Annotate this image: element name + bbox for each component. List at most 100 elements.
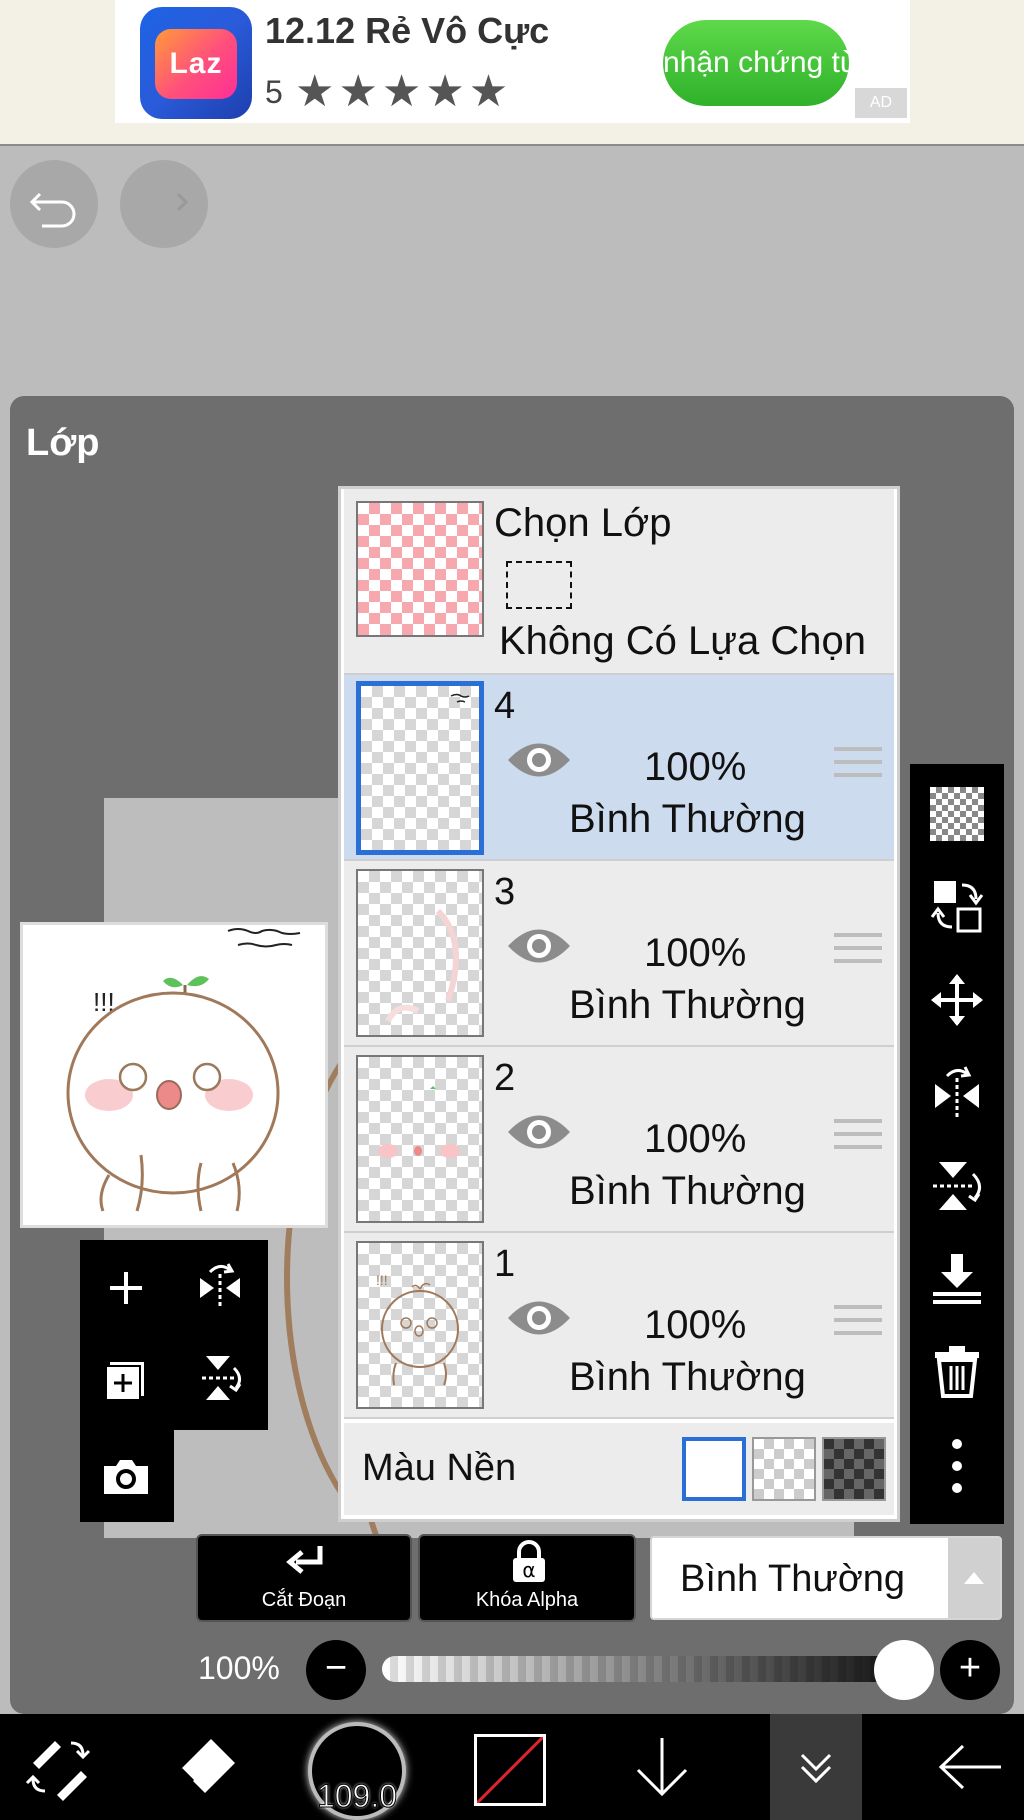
dropdown-arrow-icon[interactable] [948,1538,1000,1618]
flip-horizontal-button-right[interactable] [910,1050,1004,1134]
background-color-label: Màu Nền [362,1447,517,1489]
flip-vertical-button-right[interactable] [910,1144,1004,1228]
flip-horizontal-button[interactable] [180,1248,260,1328]
eye-icon [508,929,570,963]
logo-text: Laz [169,47,223,80]
delete-layer-button[interactable] [910,1328,1004,1412]
selection-layer-row[interactable]: Chọn Lớp Không Có Lựa Chọn [344,489,894,675]
drag-handle-icon[interactable] [834,747,882,786]
opacity-increase-button[interactable]: + [940,1640,1000,1700]
visibility-toggle[interactable] [506,923,572,974]
brush-eraser-swap-icon [25,1741,91,1801]
drag-handle-icon[interactable] [834,1305,882,1344]
preview-drawing: !!! [66,928,301,1212]
add-layer-button[interactable] [86,1248,166,1328]
ad-content[interactable]: Laz 12.12 Rẻ Vô Cực 5 ★★★★★ nhận chứng t… [115,0,910,123]
flip-horizontal-icon [200,1263,240,1308]
layer-thumbnail [356,681,484,855]
drag-handle-icon[interactable] [834,1119,882,1158]
camera-button[interactable] [86,1436,166,1516]
arrow-left-icon [938,1744,1001,1790]
background-transparent-swatch[interactable] [752,1437,816,1501]
layer-opacity: 100% [644,931,747,975]
layer-down-button[interactable] [622,1714,702,1820]
add-copy-layer-button[interactable] [86,1338,166,1418]
blend-mode-dropdown[interactable]: Bình Thường [650,1536,1002,1620]
flip-vertical-button[interactable] [180,1338,260,1418]
visibility-toggle[interactable] [506,737,572,788]
more-options-button[interactable] [910,1424,1004,1508]
clipping-button[interactable]: Cắt Đoạn [196,1534,412,1622]
alpha-lock-button[interactable]: α Khóa Alpha [418,1534,636,1622]
undo-icon [29,192,76,228]
layer-thumbnail: !!! [356,1241,484,1409]
panel-title: Lớp [26,422,100,464]
checkerboard-icon [930,787,984,841]
background-dark-checker-swatch[interactable] [822,1437,886,1501]
move-icon [931,974,983,1026]
flip-horizontal-icon [935,1066,979,1118]
visibility-toggle[interactable] [506,1109,572,1160]
layer-number: 4 [494,685,516,727]
opacity-slider-knob[interactable] [874,1640,934,1700]
layer-row-4[interactable]: 4 100% Bình Thường [344,675,894,861]
canvas-preview[interactable]: !!! [20,922,328,1228]
back-button[interactable] [930,1714,1010,1820]
eye-icon [508,743,570,777]
transparency-checker-button[interactable] [910,772,1004,856]
brush-size-button[interactable]: 109.0 [308,1722,406,1820]
rating-stars-icon: ★★★★★ [295,67,513,116]
lock-icon: α [513,1540,545,1582]
ad-badge[interactable]: AD [855,88,907,118]
clipping-label: Cắt Đoạn [261,1589,347,1611]
selection-thumbnail [356,501,484,637]
layer-row-3[interactable]: 3 100% Bình Thường [344,861,894,1047]
eraser-button[interactable] [168,1714,248,1820]
ad-title: 12.12 Rẻ Vô Cực [265,10,550,51]
alpha-lock-label: Khóa Alpha [475,1589,579,1611]
redo-button[interactable] [120,160,208,248]
redo-icon [176,192,189,212]
opacity-decrease-button[interactable]: − [306,1640,366,1700]
opacity-value: 100% [198,1650,280,1686]
layer-list: Chọn Lớp Không Có Lựa Chọn 4 100% Bình T… [338,486,900,1522]
layer-number: 3 [494,871,516,913]
selection-title: Chọn Lớp [494,501,672,545]
background-white-swatch[interactable] [682,1437,746,1501]
move-button[interactable] [910,958,1004,1042]
bottom-toolbar: 109.0 [0,1714,1024,1820]
merge-down-icon [933,1254,981,1304]
lazada-logo[interactable]: Laz [140,7,252,119]
undo-button[interactable] [10,160,98,248]
visibility-toggle[interactable] [506,1295,572,1346]
ad-cta-button[interactable]: nhận chứng từ [663,20,860,106]
merge-down-button[interactable] [910,1236,1004,1320]
layer-opacity: 100% [644,745,747,789]
flip-vertical-icon [933,1162,981,1210]
layer-content: !!! [376,1272,459,1386]
swap-icon [930,881,984,933]
color-swatch-icon [477,1737,543,1803]
layer-blend-mode: Bình Thường [569,1169,806,1213]
eye-icon [508,1115,570,1149]
layer-row-1[interactable]: !!! 1 100% Bình Thường [344,1233,894,1419]
layer-blend-mode: Bình Thường [569,983,806,1027]
svg-text:!!!: !!! [376,1272,388,1288]
layer-content [378,1086,460,1158]
triangle-up-icon [964,1572,984,1584]
color-picker-button[interactable] [474,1734,546,1806]
opacity-slider[interactable] [382,1656,912,1682]
layers-button[interactable] [770,1714,862,1820]
tool-switch-button[interactable] [16,1714,102,1820]
layer-thumbnail [356,869,484,1037]
layer-row-2[interactable]: 2 100% Bình Thường [344,1047,894,1233]
swap-layer-button[interactable] [910,864,1004,948]
drag-handle-icon[interactable] [834,933,882,972]
arrow-down-icon [636,1738,688,1797]
alpha-symbol: α [522,1558,535,1582]
selection-marquee-icon [506,561,572,609]
ad-banner[interactable]: Laz 12.12 Rẻ Vô Cực 5 ★★★★★ nhận chứng t… [0,0,1024,146]
layer-opacity: 100% [644,1117,747,1161]
layer-number: 1 [494,1243,516,1285]
trash-icon [935,1346,979,1398]
